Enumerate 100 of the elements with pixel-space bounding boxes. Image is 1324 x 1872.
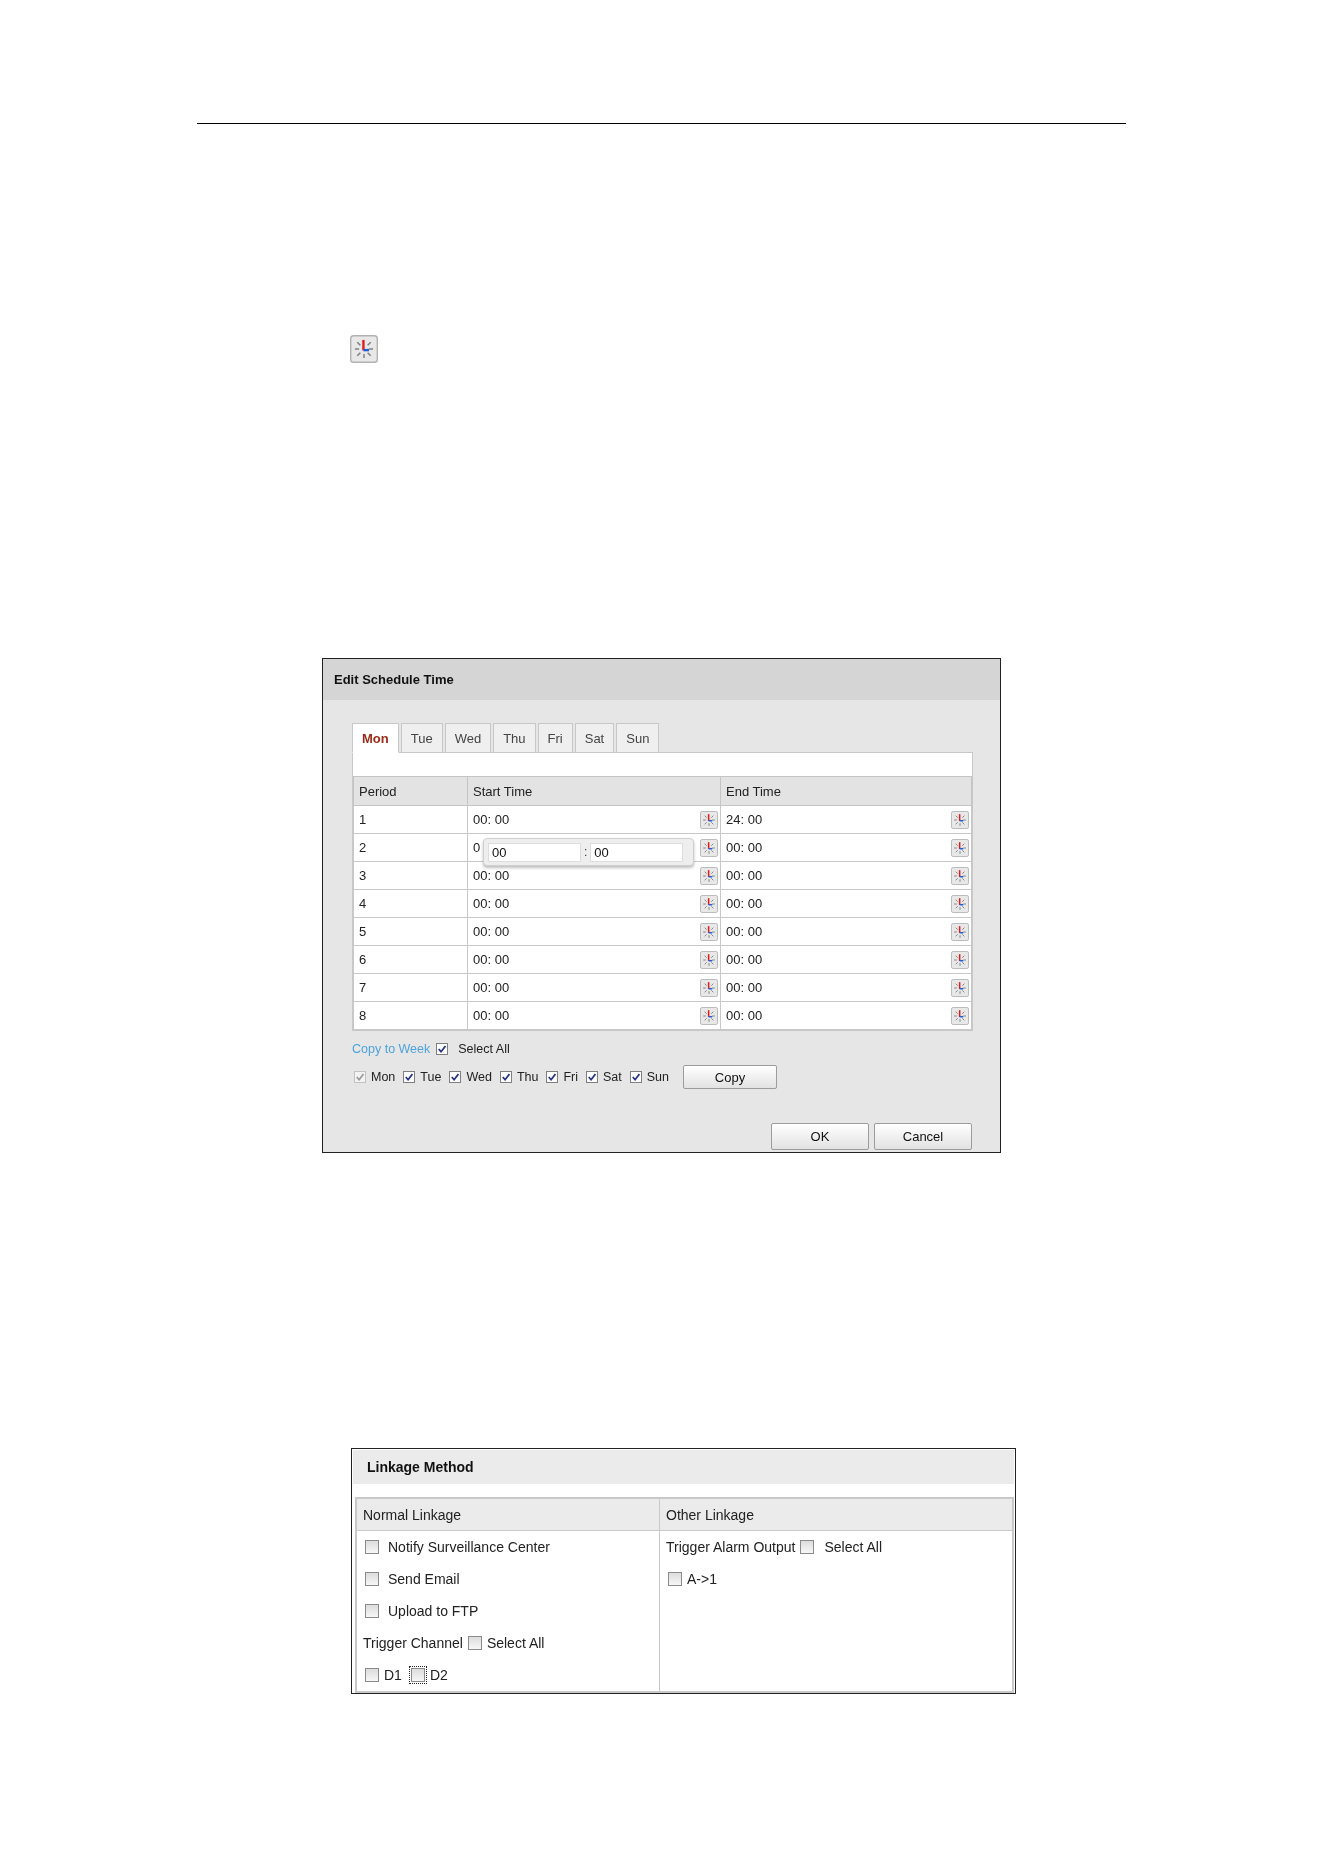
checkbox[interactable] — [434, 1041, 451, 1057]
clock-icon[interactable] — [700, 894, 718, 913]
table-cell: 7 — [353, 973, 468, 1002]
checkbox[interactable] — [408, 1666, 427, 1684]
table-cell: 2 — [353, 833, 468, 862]
time-value: 00: 00 — [473, 980, 510, 995]
check-icon — [631, 1073, 640, 1081]
minute-field[interactable]: 00 — [590, 842, 684, 862]
check-icon — [588, 1073, 596, 1081]
checkbox[interactable] — [363, 1570, 381, 1588]
check-icon — [548, 1073, 557, 1081]
clock-icon[interactable] — [951, 866, 969, 885]
checkbox[interactable] — [465, 1634, 484, 1652]
check-icon — [438, 1045, 447, 1053]
checkbox[interactable] — [627, 1069, 644, 1085]
time-value: 00: 00 — [473, 896, 510, 911]
check-icon — [451, 1073, 460, 1081]
clock-icon[interactable] — [951, 978, 969, 997]
check-icon — [356, 1073, 364, 1081]
clock-icon[interactable] — [951, 894, 969, 913]
tab[interactable]: Mon — [352, 723, 399, 753]
select-all-label: Select All — [486, 1635, 545, 1651]
hour-field[interactable]: 00 — [488, 842, 581, 862]
time-separator: : — [584, 845, 588, 859]
output-label: A->1 — [687, 1571, 717, 1587]
checkbox[interactable] — [363, 1602, 381, 1620]
time-value: 00: 00 — [473, 924, 510, 939]
day-label: Mon — [371, 1070, 396, 1084]
time-value: 00: 00 — [726, 952, 763, 967]
checkbox[interactable] — [666, 1570, 684, 1588]
time-value: 00: 00 — [473, 952, 510, 967]
copy-button[interactable]: Copy — [683, 1065, 778, 1089]
time-value: 00: 00 — [473, 812, 510, 827]
table-cell: 3 — [353, 861, 468, 890]
day-label: Sun — [646, 1070, 670, 1084]
day-label: Fri — [563, 1070, 578, 1084]
time-value: 00: 00 — [726, 840, 763, 855]
time-value: 00: 00 — [473, 1008, 510, 1023]
checkbox[interactable] — [363, 1666, 381, 1684]
time-value: 00: 00 — [726, 896, 763, 911]
table-cell: 4 — [353, 889, 468, 918]
checkbox[interactable] — [798, 1538, 817, 1556]
column-header: Other Linkage — [659, 1498, 1013, 1531]
select-all-label: Select All — [824, 1539, 882, 1555]
column-header: Period — [353, 776, 468, 806]
time-value: 24: 00 — [726, 812, 763, 827]
time-value: 00: 00 — [726, 868, 763, 883]
panel-title: Linkage Method — [353, 1450, 1014, 1484]
option-label: Notify Surveillance Center — [388, 1539, 550, 1555]
clock-icon[interactable] — [951, 810, 969, 829]
column-header: End Time — [720, 776, 972, 806]
clock-icon[interactable] — [700, 978, 718, 997]
tab[interactable]: Wed — [444, 723, 492, 753]
time-value: 0 — [473, 840, 481, 855]
table-cell: 5 — [353, 917, 468, 946]
option-label: Upload to FTP — [388, 1603, 479, 1619]
tab[interactable]: Sat — [574, 723, 615, 753]
clock-icon[interactable] — [700, 810, 718, 829]
checkbox[interactable] — [497, 1069, 514, 1085]
clock-icon[interactable] — [700, 866, 718, 885]
clock-icon[interactable] — [700, 950, 718, 969]
day-label: Sat — [603, 1070, 622, 1084]
clock-icon[interactable] — [951, 838, 969, 857]
clock-icon[interactable] — [700, 838, 718, 857]
select-all-label: Select All — [458, 1042, 510, 1056]
option-label: Send Email — [388, 1571, 460, 1587]
trigger-alarm-output-label: Trigger Alarm Output — [666, 1539, 796, 1555]
dialog-title: Edit Schedule Time — [323, 659, 1000, 700]
checkbox[interactable] — [447, 1069, 464, 1085]
clock-icon[interactable] — [951, 1006, 969, 1025]
time-value: 00: 00 — [726, 1008, 763, 1023]
cancel-button[interactable]: Cancel — [874, 1123, 972, 1150]
day-label: Wed — [466, 1070, 492, 1084]
tab[interactable]: Tue — [400, 723, 443, 753]
clock-icon[interactable] — [700, 1006, 718, 1025]
table-cell: 1 — [353, 805, 468, 834]
checkbox[interactable] — [544, 1069, 561, 1085]
time-value: 00: 00 — [473, 868, 510, 883]
tab[interactable]: Sun — [616, 723, 660, 753]
clock-icon[interactable] — [951, 950, 969, 969]
trigger-channel-label: Trigger Channel — [363, 1635, 463, 1651]
day-label: Thu — [516, 1070, 539, 1084]
check-icon — [501, 1073, 510, 1081]
checkbox[interactable] — [584, 1069, 600, 1085]
column-header: Normal Linkage — [356, 1498, 660, 1531]
clock-icon — [350, 335, 378, 363]
time-value: 00: 00 — [726, 924, 763, 939]
channel-label: D1 — [384, 1667, 402, 1683]
clock-icon[interactable] — [951, 922, 969, 941]
check-icon — [405, 1073, 414, 1081]
time-value: 00: 00 — [726, 980, 763, 995]
checkbox[interactable] — [363, 1538, 381, 1556]
clock-icon[interactable] — [700, 922, 718, 941]
table-cell: 8 — [353, 1001, 468, 1030]
checkbox[interactable] — [401, 1069, 418, 1085]
ok-button[interactable]: OK — [771, 1123, 869, 1150]
day-label: Tue — [420, 1070, 442, 1084]
channel-label: D2 — [429, 1667, 448, 1683]
tab[interactable]: Fri — [537, 723, 573, 753]
tab[interactable]: Thu — [493, 723, 536, 753]
